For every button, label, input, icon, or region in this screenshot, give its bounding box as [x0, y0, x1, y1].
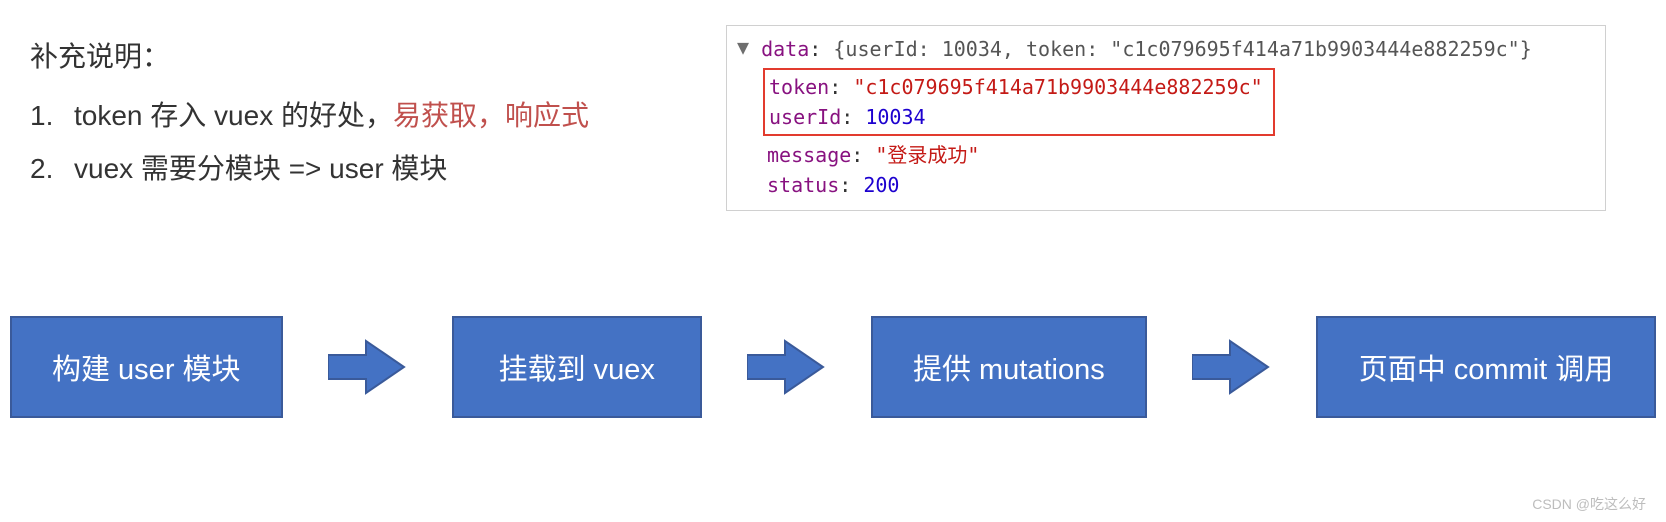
- flow-step-4: 页面中 commit 调用: [1316, 316, 1656, 418]
- collapse-triangle-icon: ▼: [737, 32, 749, 62]
- devtools-token-row: token: "c1c079695f414a71b9903444e882259c…: [769, 72, 1263, 102]
- devtools-userid-val: 10034: [865, 105, 925, 129]
- notes-item-2-text: vuex 需要分模块 => user 模块: [74, 142, 447, 195]
- flow-row: 构建 user 模块 挂载到 vuex 提供 mutations 页面中 com…: [0, 316, 1666, 418]
- arrow-icon-1: [328, 337, 406, 397]
- devtools-summary-key: data: [761, 37, 809, 61]
- notes-item-2: 2. vuex 需要分模块 => user 模块: [30, 142, 589, 195]
- devtools-panel: ▼ data: {userId: 10034, token: "c1c07969…: [726, 25, 1606, 211]
- arrow-icon-2: [747, 337, 825, 397]
- devtools-status-row: status: 200: [737, 170, 1595, 200]
- devtools-token-val: "c1c079695f414a71b9903444e882259c": [853, 75, 1262, 99]
- top-section: 补充说明： 1. token 存入 vuex 的好处，易获取，响应式 2. vu…: [0, 0, 1666, 211]
- devtools-userid-key: userId: [769, 105, 841, 129]
- watermark: CSDN @吃这么好: [1532, 494, 1646, 514]
- notes-item-1: 1. token 存入 vuex 的好处，易获取，响应式: [30, 89, 589, 142]
- devtools-message-row: message: "登录成功": [737, 140, 1595, 170]
- notes-item-1-text: token 存入 vuex 的好处，易获取，响应式: [74, 89, 589, 142]
- notes-block: 补充说明： 1. token 存入 vuex 的好处，易获取，响应式 2. vu…: [30, 25, 589, 196]
- notes-item-1-before: token 存入 vuex 的好处，: [74, 100, 393, 131]
- devtools-message-key: message: [767, 143, 851, 167]
- devtools-status-val: 200: [863, 173, 899, 197]
- notes-item-2-num: 2.: [30, 142, 74, 195]
- devtools-message-val: "登录成功": [875, 143, 979, 167]
- notes-item-2-before: vuex 需要分模块 => user 模块: [74, 153, 447, 184]
- flow-step-2: 挂载到 vuex: [452, 316, 702, 418]
- devtools-userid-row: userId: 10034: [769, 102, 1263, 132]
- arrow-icon-3: [1192, 337, 1270, 397]
- notes-list: 1. token 存入 vuex 的好处，易获取，响应式 2. vuex 需要分…: [30, 89, 589, 195]
- notes-heading: 补充说明：: [30, 30, 589, 83]
- notes-item-1-highlight: 易获取，响应式: [393, 100, 589, 131]
- devtools-token-key: token: [769, 75, 829, 99]
- notes-item-1-num: 1.: [30, 89, 74, 142]
- flow-step-3: 提供 mutations: [871, 316, 1147, 418]
- devtools-summary-line: ▼ data: {userId: 10034, token: "c1c07969…: [737, 34, 1595, 64]
- devtools-status-key: status: [767, 173, 839, 197]
- flow-step-1: 构建 user 模块: [10, 316, 283, 418]
- devtools-summary-inline: {userId: 10034, token: "c1c079695f414a71…: [833, 37, 1531, 61]
- devtools-highlighted-box: token: "c1c079695f414a71b9903444e882259c…: [763, 68, 1275, 136]
